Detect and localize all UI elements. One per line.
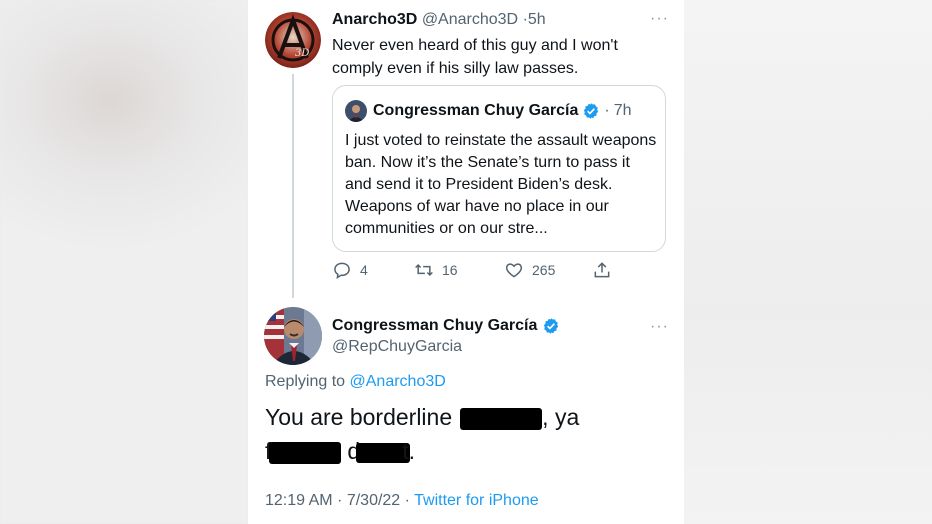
quoted-time-ago: 7h bbox=[613, 102, 632, 119]
reply-icon bbox=[334, 262, 350, 279]
blurred-background-left bbox=[0, 0, 248, 524]
reply-text-part: You are borderline r bbox=[265, 404, 467, 430]
like-icon bbox=[505, 263, 523, 278]
quoted-author-avatar bbox=[345, 100, 367, 122]
replying-to-handle-link[interactable]: @Anarcho3D bbox=[350, 373, 446, 390]
original-tweet-text: Never even heard of this guy and I won't… bbox=[332, 37, 618, 77]
reply-text-part: , ya bbox=[542, 404, 580, 430]
tweet-source-link[interactable]: Twitter for iPhone bbox=[414, 492, 539, 509]
redaction-bar bbox=[460, 407, 543, 430]
quoted-tweet-text: I just voted to reinstate the assault we… bbox=[345, 132, 657, 237]
tweet-thread-card: 3D Anarcho3D @Anarcho3D ·5h ··· Never ev… bbox=[248, 0, 684, 524]
tweet-timestamp: 12:19 AM · 7/30/22 · Twitter for iPhone bbox=[265, 492, 539, 510]
congressman-avatar[interactable] bbox=[264, 307, 322, 365]
separator-dot: · bbox=[604, 102, 610, 119]
original-handle[interactable]: @Anarcho3D bbox=[422, 11, 518, 28]
share-button[interactable] bbox=[592, 260, 612, 280]
replying-to-label: Replying to bbox=[265, 373, 346, 390]
original-display-name[interactable]: Anarcho3D bbox=[332, 11, 417, 28]
retweet-button[interactable]: 16 bbox=[414, 260, 504, 280]
reply-button[interactable]: 4 bbox=[332, 260, 414, 280]
retweet-icon bbox=[415, 263, 433, 277]
replying-to-line: Replying to @Anarcho3D bbox=[265, 373, 446, 391]
verified-badge-icon bbox=[544, 318, 559, 334]
thread-connector-line bbox=[292, 74, 294, 298]
reply-count: 4 bbox=[360, 262, 368, 278]
original-time-ago[interactable]: 5h bbox=[528, 11, 546, 28]
tweet-actions-bar: 4 16 265 bbox=[332, 258, 612, 282]
reply-display-name[interactable]: Congressman Chuy García bbox=[332, 317, 537, 335]
more-options-icon[interactable]: ··· bbox=[650, 318, 669, 336]
like-button[interactable]: 265 bbox=[504, 260, 592, 280]
like-count: 265 bbox=[532, 262, 556, 278]
quoted-tweet-header: Congressman Chuy García · 7h bbox=[373, 102, 632, 120]
original-tweet-header: Anarcho3D @Anarcho3D ·5h bbox=[332, 11, 546, 29]
blurred-background-right bbox=[682, 0, 932, 524]
anarcho3d-avatar[interactable]: 3D bbox=[265, 12, 321, 68]
reply-author-name-row: Congressman Chuy García bbox=[332, 317, 560, 335]
quoted-tweet-card[interactable]: Congressman Chuy García · 7h I just voted… bbox=[332, 85, 666, 252]
share-icon bbox=[594, 262, 610, 278]
reply-tweet-text: You are borderline r, ya f d t. bbox=[265, 400, 665, 468]
more-options-icon[interactable]: ··· bbox=[650, 10, 669, 28]
reply-handle[interactable]: @RepChuyGarcia bbox=[332, 338, 462, 356]
retweet-count: 16 bbox=[442, 262, 458, 278]
timestamp-text[interactable]: 12:19 AM · 7/30/22 · bbox=[265, 492, 414, 509]
avatar-logo-text: 3D bbox=[295, 48, 309, 59]
reply-text-part: t. bbox=[402, 438, 415, 464]
verified-badge-icon bbox=[584, 103, 599, 119]
redaction-bar bbox=[269, 441, 342, 464]
quoted-display-name: Congressman Chuy García bbox=[373, 102, 579, 119]
